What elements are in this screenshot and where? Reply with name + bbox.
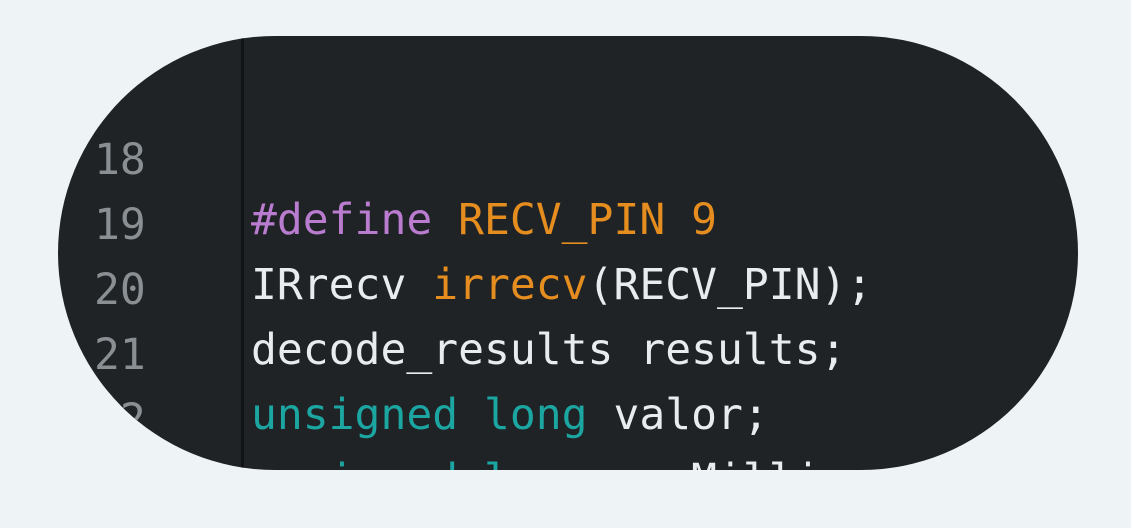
code-line-22: 22 unsigned long preMillis;: [58, 330, 1078, 470]
keyword-token: unsigned: [251, 455, 458, 470]
line-number: 22: [94, 395, 146, 445]
keyword-token: unsigned: [251, 390, 459, 440]
code-editor-snippet: 18 #define RECV_PIN 9 19 IRrecv irrecv(R…: [58, 36, 1078, 470]
code-text: unsigned long valor;: [251, 385, 769, 445]
identifier-token: valor;: [613, 390, 769, 440]
keyword-token: long: [484, 390, 588, 440]
code-text: unsigned long preMillis;: [251, 450, 872, 470]
code-line-18: 18 #define RECV_PIN 9: [58, 70, 1078, 245]
identifier-token: preMillis;: [613, 455, 872, 470]
code-line-20: 20 decode_results results;: [58, 200, 1078, 375]
code-line-19: 19 IRrecv irrecv(RECV_PIN);: [58, 135, 1078, 310]
code-line-21: 21 unsigned long valor;: [58, 265, 1078, 440]
keyword-token: long: [484, 455, 588, 470]
